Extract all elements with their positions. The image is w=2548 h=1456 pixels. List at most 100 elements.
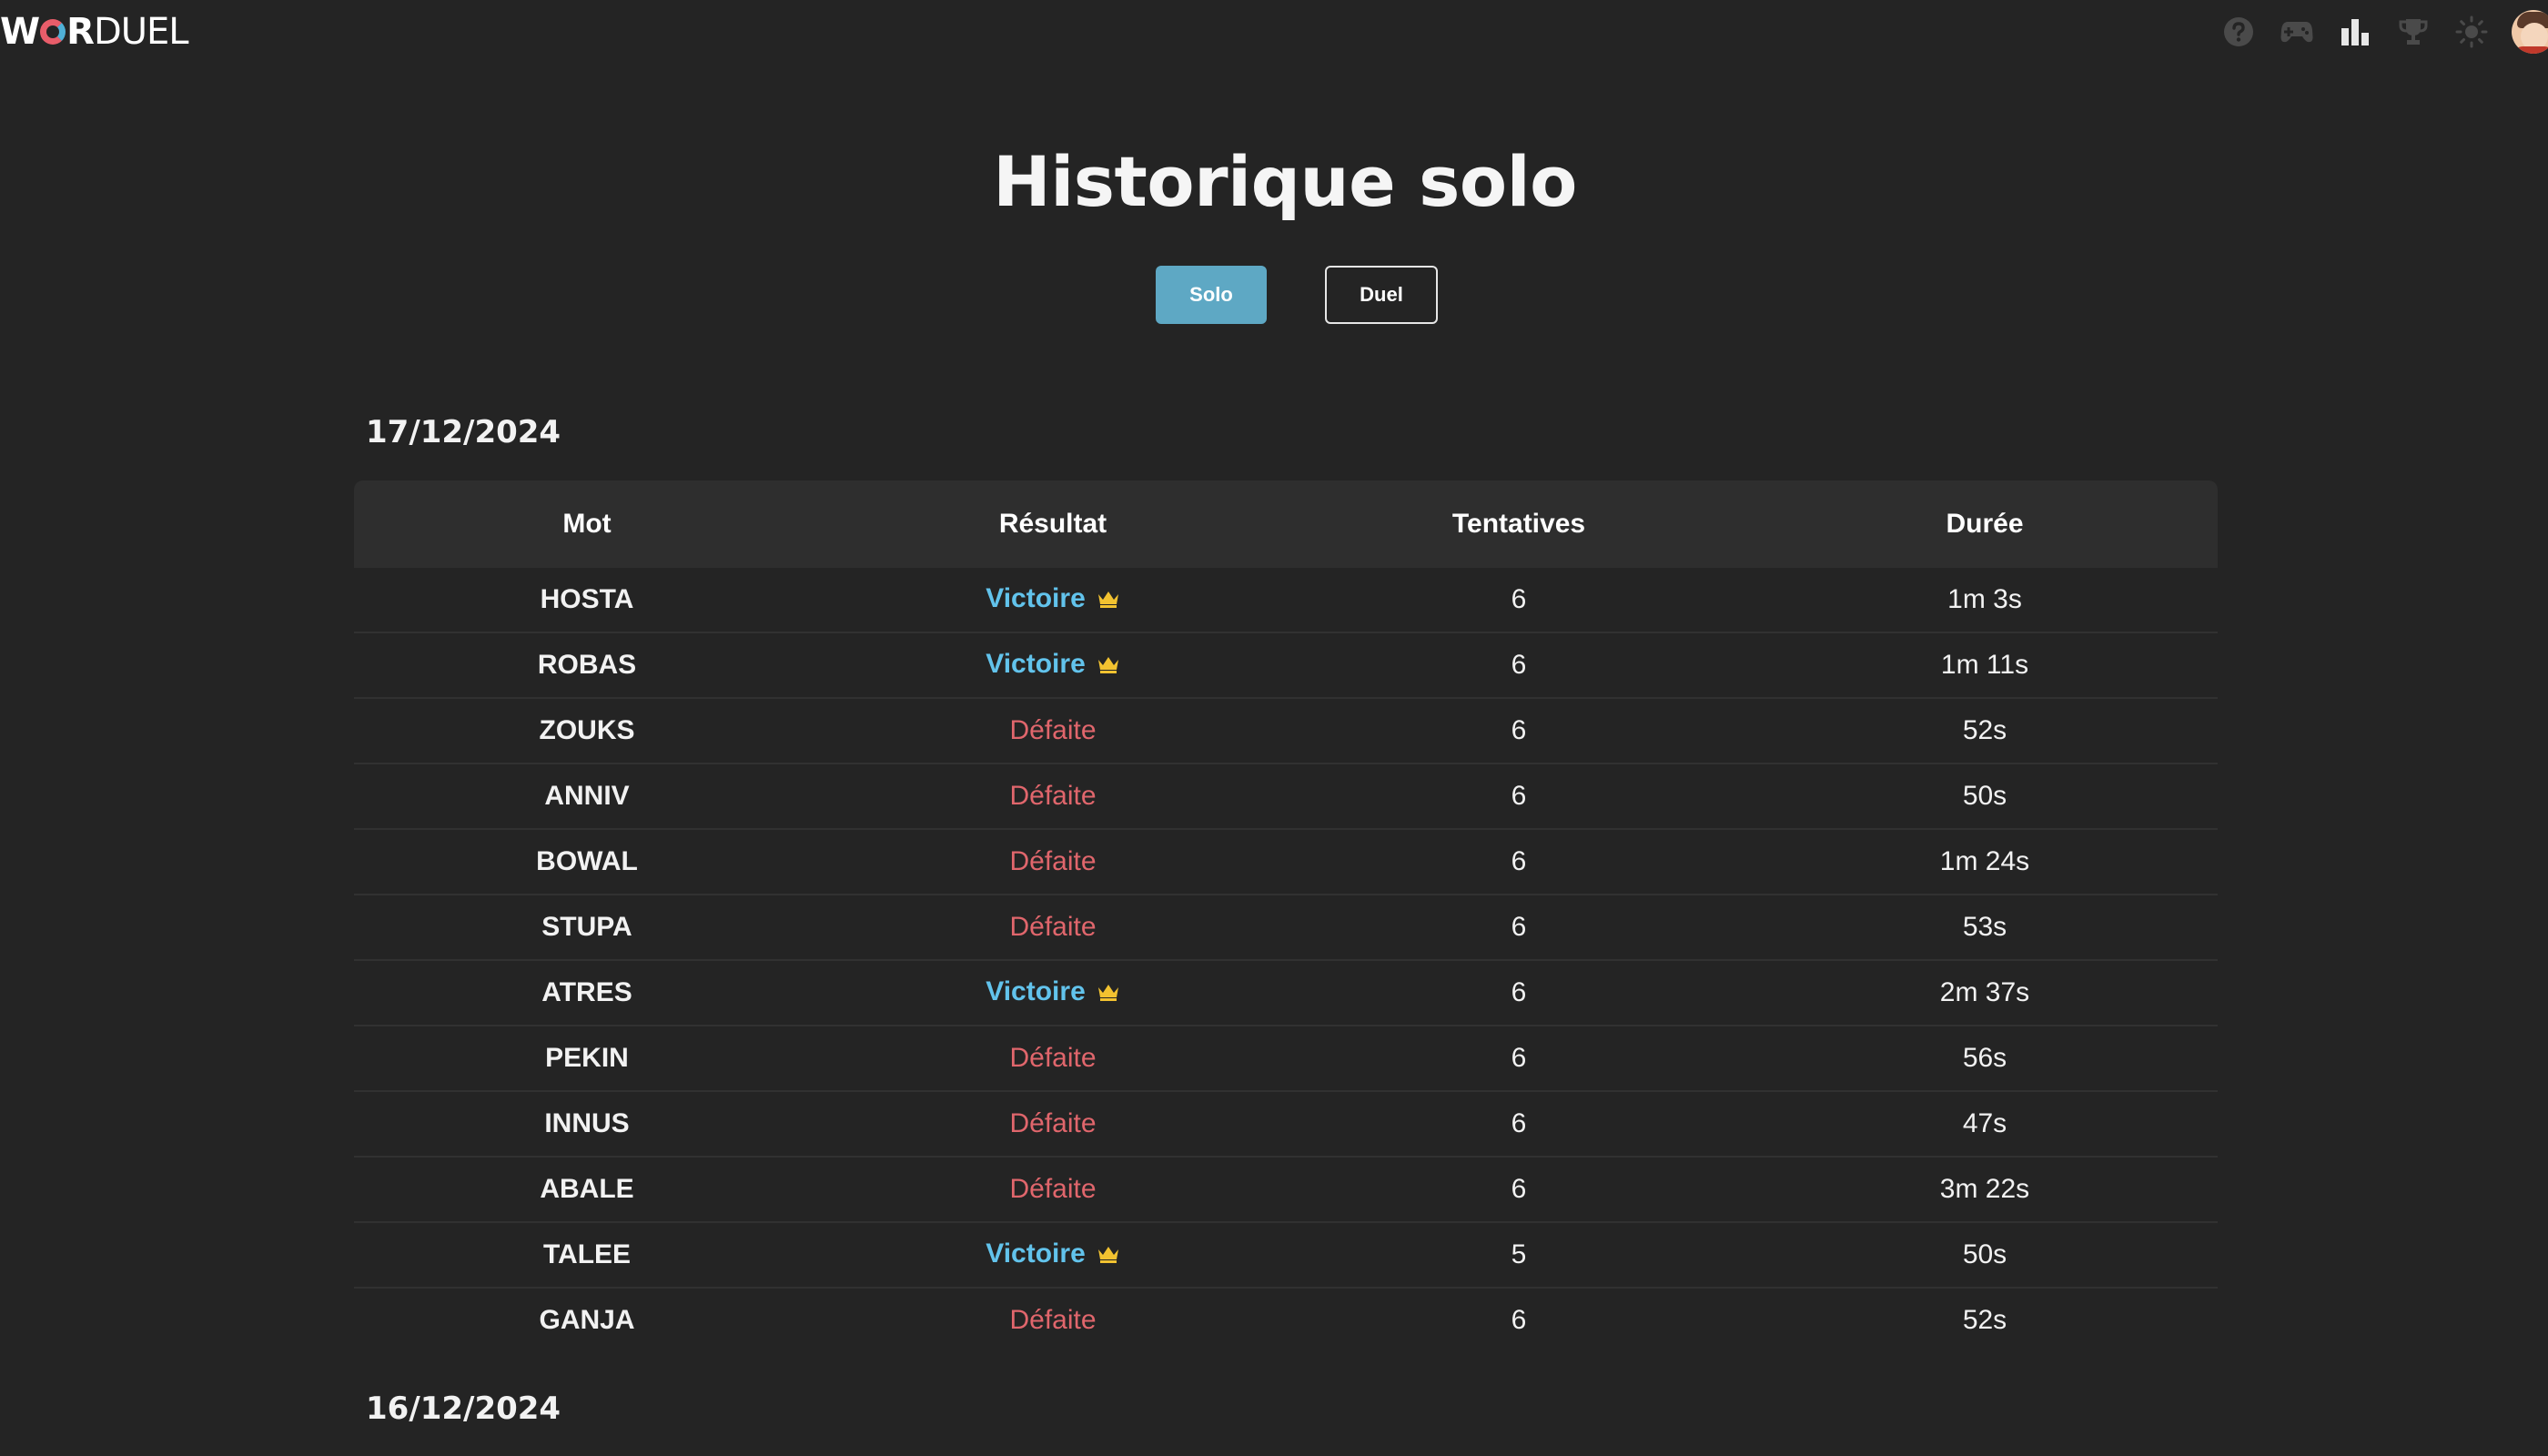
result-cell: Défaite <box>820 829 1286 895</box>
duration-cell: 1m 3s <box>1752 568 2218 633</box>
crown-icon <box>1097 585 1120 616</box>
column-header-tries: Tentatives <box>1451 509 1586 539</box>
word-cell: INNUS <box>354 1091 820 1158</box>
result-label: Défaite <box>1009 1043 1097 1073</box>
word-cell: ATRES <box>354 960 820 1026</box>
word-cell: ANNIV <box>354 763 820 830</box>
word-cell: ABALE <box>354 1157 820 1223</box>
word-cell: BOWAL <box>354 829 820 895</box>
table-row: ATRES Victoire 6 2m 37s <box>354 960 2218 1026</box>
crown-icon <box>1097 651 1120 682</box>
table-row: ANNIV Défaite 6 50s <box>354 763 2218 830</box>
tries-cell: 6 <box>1286 895 1752 961</box>
app-logo[interactable]: W RDUEL <box>0 9 189 55</box>
word-cell: ROBAS <box>354 632 820 699</box>
result-label: Défaite <box>1009 1108 1097 1138</box>
duration-cell: 56s <box>1752 1026 2218 1092</box>
result-cell: Défaite <box>820 895 1286 961</box>
date-heading: 17/12/2024 <box>366 414 561 450</box>
tries-cell: 6 <box>1286 632 1752 699</box>
crown-icon <box>1097 1240 1120 1271</box>
result-cell: Défaite <box>820 1091 1286 1158</box>
sun-icon[interactable] <box>2452 12 2492 52</box>
column-header-word: Mot <box>562 509 612 539</box>
result-cell: Défaite <box>820 1288 1286 1352</box>
result-cell: Victoire <box>820 632 1286 699</box>
header-icons <box>2200 10 2548 54</box>
result-label: Défaite <box>1009 1305 1097 1335</box>
logo-o-mark <box>40 19 66 45</box>
table-row: INNUS Défaite 6 47s <box>354 1091 2218 1158</box>
word-cell: STUPA <box>354 895 820 961</box>
table-row: ABALE Défaite 6 3m 22s <box>354 1157 2218 1223</box>
result-label: Défaite <box>1009 846 1097 876</box>
result-label: Défaite <box>1009 912 1097 942</box>
logo-letter-w: W <box>0 11 40 53</box>
duration-cell: 53s <box>1752 895 2218 961</box>
gamepad-icon[interactable] <box>2277 12 2317 52</box>
table-row: ZOUKS Défaite 6 52s <box>354 698 2218 764</box>
tries-cell: 6 <box>1286 960 1752 1026</box>
table-row: GANJA Défaite 6 52s <box>354 1288 2218 1352</box>
tries-cell: 6 <box>1286 1157 1752 1223</box>
trophy-icon[interactable] <box>2393 12 2433 52</box>
duration-cell: 50s <box>1752 763 2218 830</box>
word-cell: ZOUKS <box>354 698 820 764</box>
tries-cell: 6 <box>1286 568 1752 633</box>
result-label: Victoire <box>986 649 1086 679</box>
result-label: Victoire <box>986 1239 1086 1269</box>
word-cell: PEKIN <box>354 1026 820 1092</box>
duration-cell: 2m 37s <box>1752 960 2218 1026</box>
result-label: Victoire <box>986 976 1086 1006</box>
tries-cell: 6 <box>1286 1026 1752 1092</box>
tries-cell: 6 <box>1286 1091 1752 1158</box>
table-row: STUPA Défaite 6 53s <box>354 895 2218 961</box>
duration-cell: 47s <box>1752 1091 2218 1158</box>
tries-cell: 6 <box>1286 763 1752 830</box>
result-cell: Défaite <box>820 763 1286 830</box>
column-header-result: Résultat <box>998 509 1107 539</box>
result-cell: Défaite <box>820 1157 1286 1223</box>
tries-cell: 6 <box>1286 698 1752 764</box>
column-header-duration: Durée <box>1946 509 2024 539</box>
table-row: ROBAS Victoire 6 1m 11s <box>354 632 2218 699</box>
history-table: Mot Résultat Tentatives Durée HOSTA Victo… <box>354 480 2218 1352</box>
duration-cell: 1m 11s <box>1752 632 2218 699</box>
result-cell: Victoire <box>820 960 1286 1026</box>
top-bar: W RDUEL <box>0 0 2548 64</box>
result-label: Victoire <box>986 583 1086 613</box>
avatar-shirt <box>2513 46 2548 54</box>
solo-button[interactable]: Solo <box>1156 266 1267 324</box>
tries-cell: 6 <box>1511 1305 1527 1335</box>
word-cell: GANJA <box>539 1305 635 1335</box>
result-cell: Défaite <box>820 698 1286 764</box>
duration-cell: 50s <box>1752 1222 2218 1289</box>
result-cell: Victoire <box>820 568 1286 633</box>
help-icon[interactable] <box>2219 12 2259 52</box>
duration-cell: 52s <box>1962 1305 2007 1335</box>
result-cell: Victoire <box>820 1222 1286 1289</box>
tries-cell: 5 <box>1286 1222 1752 1289</box>
duel-button[interactable]: Duel <box>1325 266 1438 324</box>
table-row: TALEE Victoire 5 50s <box>354 1222 2218 1289</box>
page-title: Historique solo <box>993 141 1577 222</box>
duration-cell: 52s <box>1752 698 2218 764</box>
result-label: Défaite <box>1009 781 1097 811</box>
date-heading: 16/12/2024 <box>366 1390 561 1427</box>
table-row: HOSTA Victoire 6 1m 3s <box>354 568 2218 633</box>
avatar[interactable] <box>2512 10 2548 54</box>
crown-icon <box>1097 978 1120 1009</box>
result-label: Défaite <box>1009 715 1097 745</box>
duration-cell: 1m 24s <box>1752 829 2218 895</box>
table-body: HOSTA Victoire 6 1m 3s ROBAS Victoire 6 1m 11s Z… <box>354 568 2218 1352</box>
table-row: BOWAL Défaite 6 1m 24s <box>354 829 2218 895</box>
stats-icon[interactable] <box>2335 12 2375 52</box>
table-header-row: Mot Résultat Tentatives Durée <box>354 480 2218 568</box>
word-cell: TALEE <box>354 1222 820 1289</box>
word-cell: HOSTA <box>354 568 820 633</box>
mode-switch: Solo Duel <box>1156 266 1438 324</box>
result-label: Défaite <box>1009 1174 1097 1204</box>
logo-duel-text: DUEL <box>93 11 189 53</box>
result-cell: Défaite <box>820 1026 1286 1092</box>
logo-letter-r: R <box>66 11 95 53</box>
